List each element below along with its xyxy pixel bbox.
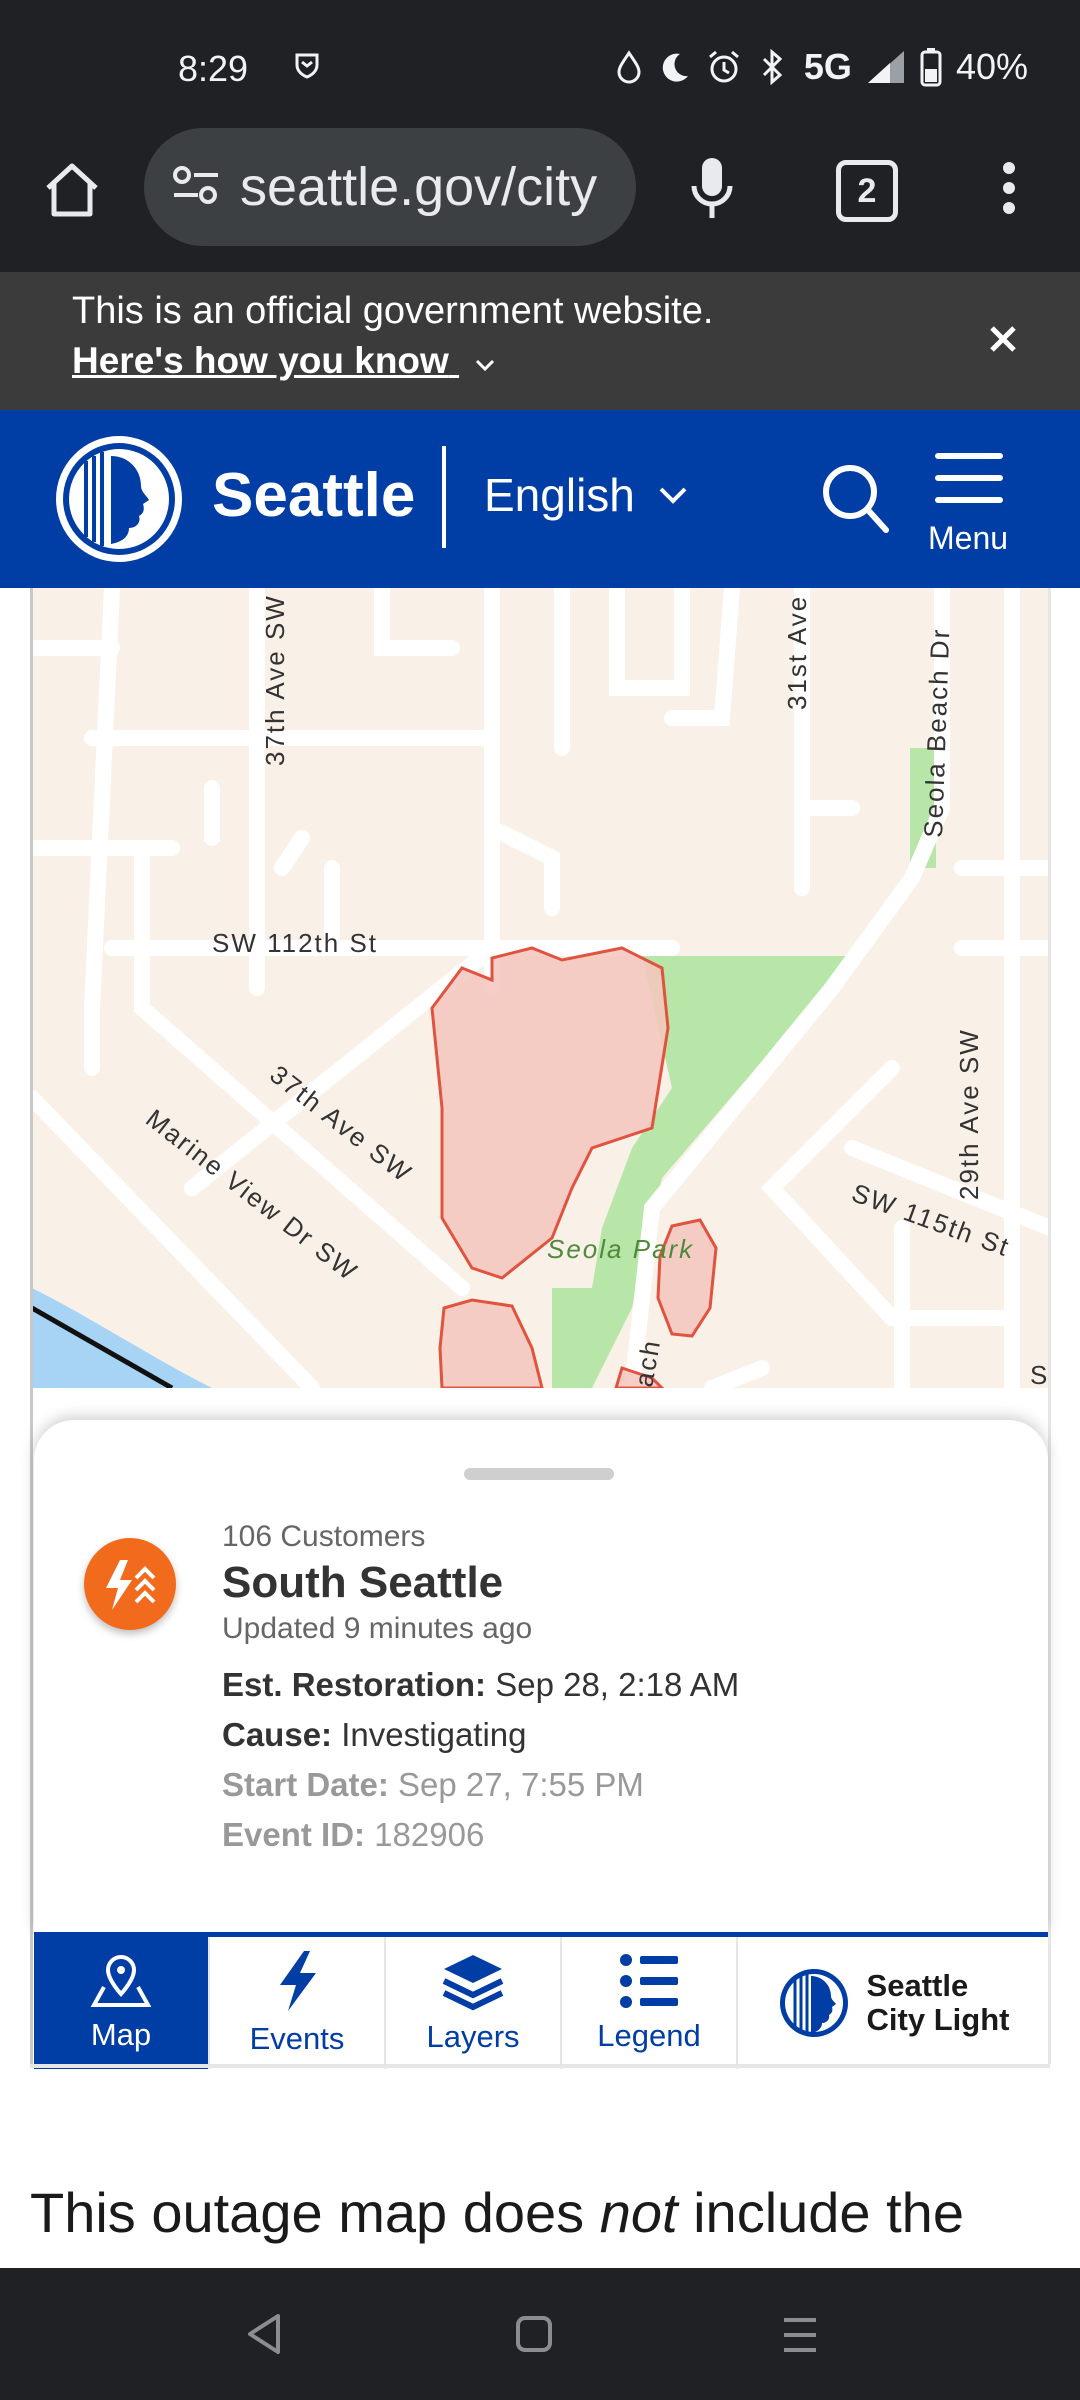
header-divider xyxy=(442,446,446,548)
disclaimer-emphasis: not xyxy=(599,2181,678,2244)
updated-time: Updated 9 minutes ago xyxy=(222,1612,533,1645)
language-selector[interactable]: English xyxy=(484,468,689,522)
chevron-down-icon xyxy=(659,487,687,504)
street-label: SW 112th St xyxy=(212,928,378,958)
layers-icon xyxy=(442,1955,504,2011)
outage-map[interactable]: 37th Ave SW 31st Ave Seola Beach Dr SW 1… xyxy=(32,588,1050,1388)
url-text[interactable]: seattle.gov/city xyxy=(240,156,597,218)
drag-handle[interactable] xyxy=(464,1468,614,1480)
data-saver-icon xyxy=(617,50,641,84)
official-site-banner: This is an official government website. … xyxy=(0,272,1080,410)
home-nav-icon[interactable] xyxy=(514,2314,554,2359)
chevron-down-icon xyxy=(476,359,495,372)
start-date-label: Start Date: xyxy=(222,1766,389,1803)
restoration-row: Est. Restoration: Sep 28, 2:18 AM xyxy=(222,1666,739,1704)
map-tab-bar: Map Events Layers Legend Seattle City Li… xyxy=(34,1932,1048,2069)
outage-area-name: South Seattle xyxy=(222,1558,504,1607)
back-icon[interactable] xyxy=(244,2312,284,2361)
close-banner-icon[interactable] xyxy=(988,324,1018,359)
search-icon[interactable] xyxy=(820,462,890,539)
alarm-icon xyxy=(708,50,739,83)
map-pin-icon xyxy=(90,1954,152,2007)
customer-count: 106 Customers xyxy=(222,1520,426,1553)
status-icons: 5G 40% xyxy=(614,46,1028,88)
battery-icon xyxy=(920,48,942,87)
language-label: English xyxy=(484,469,635,521)
disclaimer-text-start: This outage map does xyxy=(30,2181,600,2244)
tab-events[interactable]: Events xyxy=(210,1937,386,2069)
battery-level: 40% xyxy=(955,46,1028,87)
recent-apps-icon[interactable] xyxy=(780,2316,820,2359)
map-frame-border xyxy=(30,588,33,2064)
city-light-wordmark: Seattle City Light xyxy=(867,1969,1010,2037)
outage-details-panel: 106 Customers South Seattle Updated 9 mi… xyxy=(34,1420,1048,1932)
event-id-row: Event ID: 182906 xyxy=(222,1816,739,1854)
street-label: 31st Ave xyxy=(782,595,812,710)
more-options-icon[interactable] xyxy=(994,160,1024,225)
tab-map[interactable]: Map xyxy=(34,1937,210,2069)
tab-switcher-button[interactable]: 2 xyxy=(836,160,898,222)
site-settings-icon[interactable] xyxy=(172,156,220,218)
city-light-logo-icon xyxy=(779,1969,848,2037)
event-id-value: 182906 xyxy=(374,1816,485,1853)
tab-legend[interactable]: Legend xyxy=(562,1937,738,2069)
start-date-row: Start Date: Sep 27, 7:55 PM xyxy=(222,1766,739,1804)
park-label: Seola Park xyxy=(547,1234,694,1264)
map-frame-border xyxy=(30,2064,1050,2068)
tab-events-label: Events xyxy=(249,2021,345,2056)
map-frame-border xyxy=(1048,588,1051,2064)
lightning-icon xyxy=(280,1951,316,2011)
official-site-text: This is an official government website. xyxy=(72,290,714,332)
outage-icon xyxy=(84,1538,176,1630)
brand-line-1: Seattle xyxy=(866,1968,969,2003)
how-you-know-link[interactable]: Here's how you know xyxy=(72,340,497,382)
network-type: 5G xyxy=(803,46,852,87)
start-date-value: Sep 27, 7:55 PM xyxy=(398,1766,644,1803)
tab-legend-label: Legend xyxy=(597,2018,701,2053)
map-canvas[interactable]: 37th Ave SW 31st Ave Seola Beach Dr SW 1… xyxy=(32,588,1050,1388)
signal-icon xyxy=(867,51,904,83)
restoration-label: Est. Restoration: xyxy=(222,1666,487,1703)
cause-row: Cause: Investigating xyxy=(222,1716,739,1754)
home-icon[interactable] xyxy=(42,160,102,225)
disclaimer-text-end: include the xyxy=(677,2181,964,2244)
cause-value: Investigating xyxy=(341,1716,527,1753)
site-header: Seattle English Menu xyxy=(0,410,1080,588)
disclaimer-paragraph: This outage map does not include the xyxy=(30,2180,1070,2245)
restoration-value: Sep 28, 2:18 AM xyxy=(495,1666,740,1703)
street-label: S xyxy=(1030,1360,1049,1388)
browser-toolbar: seattle.gov/city 2 xyxy=(0,112,1080,272)
outage-info: 106 Customers South Seattle Updated 9 mi… xyxy=(222,1520,739,1854)
how-you-know-label: Here's how you know xyxy=(72,340,449,381)
tab-layers-label: Layers xyxy=(426,2019,520,2054)
tab-layers[interactable]: Layers xyxy=(386,1937,562,2069)
brand-line-2: City Light xyxy=(866,2002,1010,2037)
site-name[interactable]: Seattle xyxy=(212,460,415,531)
menu-label: Menu xyxy=(928,520,1009,556)
street-label: 29th Ave SW xyxy=(954,1028,984,1200)
street-label: 37th Ave SW xyxy=(260,594,290,766)
city-light-brand: Seattle City Light xyxy=(738,1937,1048,2069)
hamburger-icon xyxy=(935,453,1003,503)
seattle-logo[interactable] xyxy=(56,436,182,562)
list-icon xyxy=(620,1954,678,2008)
tab-count: 2 xyxy=(857,172,877,210)
event-id-label: Event ID: xyxy=(222,1816,366,1853)
bluetooth-icon xyxy=(762,49,783,85)
tab-map-label: Map xyxy=(90,2017,152,2052)
address-bar[interactable]: seattle.gov/city xyxy=(144,128,636,246)
microphone-icon[interactable] xyxy=(688,156,736,227)
do-not-disturb-moon-icon xyxy=(662,53,688,82)
cause-label: Cause: xyxy=(222,1716,333,1753)
system-nav-bar xyxy=(0,2268,1080,2400)
notification-shield-icon xyxy=(292,50,322,89)
status-time: 8:29 xyxy=(178,48,249,89)
